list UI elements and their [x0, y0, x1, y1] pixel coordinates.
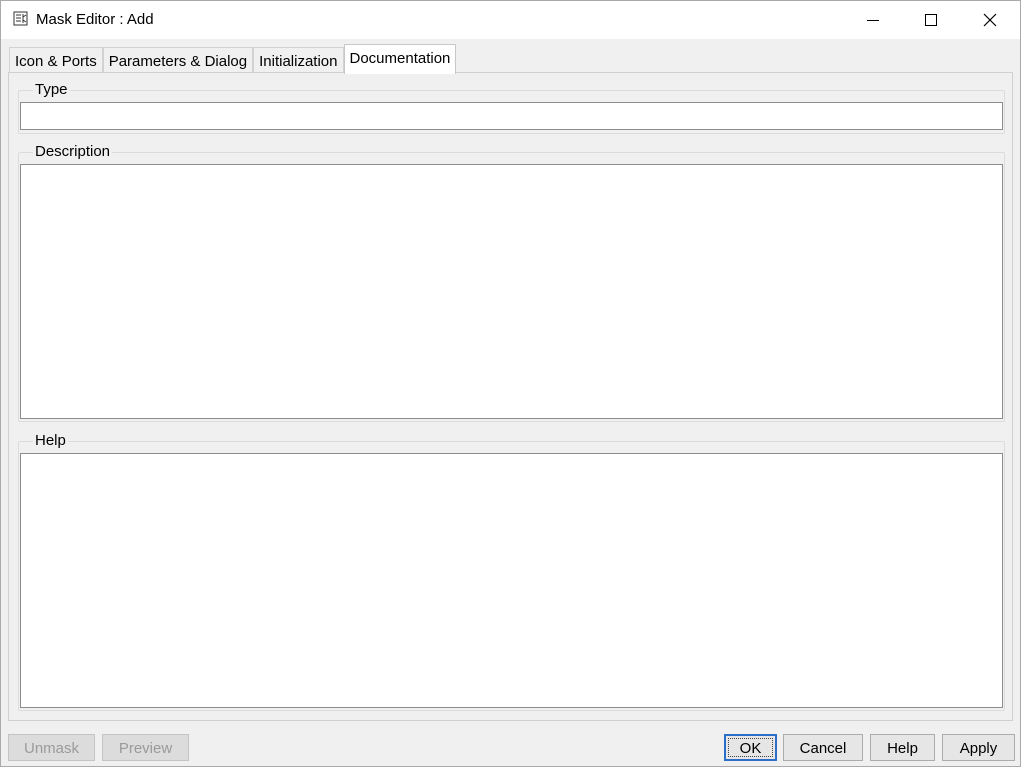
description-textarea[interactable]: [20, 164, 1003, 419]
tab-parameters-dialog[interactable]: Parameters & Dialog: [102, 47, 254, 73]
help-label: Help: [33, 432, 68, 450]
window-title: Mask Editor : Add: [36, 11, 154, 28]
tab-initialization[interactable]: Initialization: [253, 47, 344, 73]
tab-icon-ports[interactable]: Icon & Ports: [9, 47, 103, 73]
close-icon: [983, 13, 997, 27]
maximize-icon: [925, 14, 937, 26]
apply-button[interactable]: Apply: [942, 734, 1015, 761]
ok-button[interactable]: OK: [724, 734, 777, 761]
title-bar[interactable]: Mask Editor : Add: [1, 1, 1020, 39]
mask-editor-icon: [13, 11, 29, 27]
tab-documentation[interactable]: Documentation: [343, 44, 457, 74]
help-button[interactable]: Help: [870, 734, 935, 761]
help-textarea[interactable]: [20, 453, 1003, 708]
minimize-icon: [867, 20, 879, 21]
type-input[interactable]: [20, 102, 1003, 130]
maximize-button[interactable]: [902, 1, 960, 39]
unmask-button[interactable]: Unmask: [8, 734, 95, 761]
type-label: Type: [33, 81, 70, 99]
close-button[interactable]: [961, 1, 1019, 39]
preview-button[interactable]: Preview: [102, 734, 189, 761]
documentation-panel: Type Description Help: [8, 72, 1013, 721]
description-label: Description: [33, 143, 113, 161]
tab-bar: Icon & Ports Parameters & Dialog Initial…: [9, 44, 457, 74]
minimize-button[interactable]: [844, 1, 902, 39]
cancel-button[interactable]: Cancel: [783, 734, 863, 761]
mask-editor-window: Mask Editor : Add Icon & Ports Parameter…: [0, 0, 1021, 767]
